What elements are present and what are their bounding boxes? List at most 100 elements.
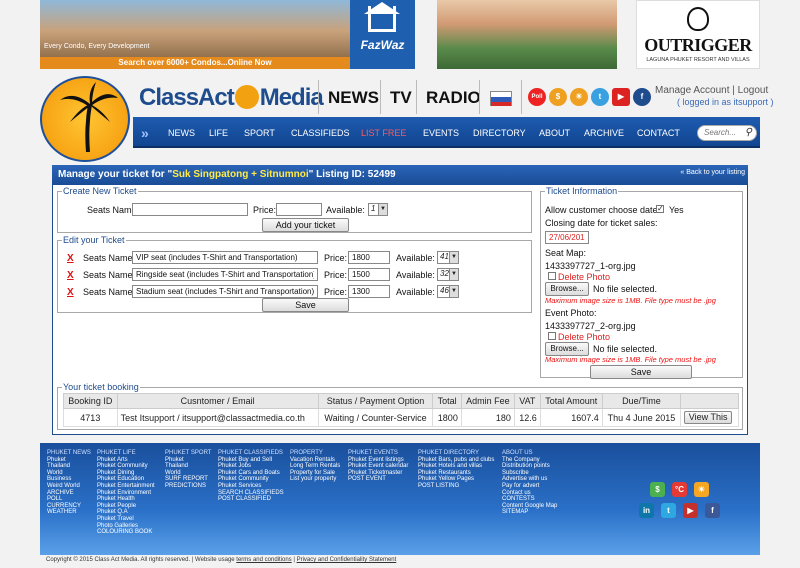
footer-link[interactable]: Phuket Q.A bbox=[97, 509, 155, 516]
event-photo-browse-button[interactable]: Browse... bbox=[545, 342, 589, 356]
footer-link[interactable]: Phuket Cars and Boats bbox=[218, 470, 284, 477]
header-link-news[interactable]: NEWS bbox=[328, 88, 379, 108]
currency-icon[interactable]: $ bbox=[549, 88, 567, 106]
delete-event-photo-checkbox[interactable] bbox=[548, 332, 556, 340]
footer-link[interactable]: Phuket Dining bbox=[97, 470, 155, 477]
footer-link[interactable]: Thailand bbox=[165, 463, 211, 470]
linkedin-icon[interactable]: in bbox=[639, 503, 654, 518]
footer-link[interactable]: The Company bbox=[502, 457, 557, 464]
footer-link[interactable]: Phuket Community bbox=[218, 476, 284, 483]
available-select[interactable]: 46 ▼ bbox=[437, 285, 459, 298]
footer-link[interactable]: Phuket Education bbox=[97, 476, 155, 483]
footer-link[interactable]: Phuket bbox=[165, 457, 211, 464]
search-icon[interactable]: ⚲ bbox=[745, 127, 752, 138]
footer-link[interactable]: Contact us bbox=[502, 490, 557, 497]
footer-link[interactable]: Business bbox=[47, 476, 91, 483]
footer-link[interactable]: CONTESTS bbox=[502, 496, 557, 503]
poll-icon[interactable]: Poll bbox=[528, 88, 546, 106]
header-link-tv[interactable]: TV bbox=[390, 88, 412, 108]
resort-ad-banner[interactable] bbox=[437, 0, 617, 69]
youtube-icon[interactable]: ▶ bbox=[612, 88, 630, 106]
footer-link[interactable]: Phuket Arts bbox=[97, 457, 155, 464]
youtube-footer-icon[interactable]: ▶ bbox=[683, 503, 698, 518]
classact-media-logo[interactable]: ClassAct Media bbox=[139, 84, 324, 112]
sun-footer-icon[interactable]: ☀ bbox=[694, 482, 709, 497]
fazwaz-ad-banner[interactable]: Every Condo, Every Development Search ov… bbox=[40, 0, 415, 69]
footer-link[interactable]: Advertise with us bbox=[502, 476, 557, 483]
save-info-button[interactable]: Save bbox=[590, 365, 692, 379]
choose-date-checkbox[interactable]: ✓ bbox=[656, 205, 664, 213]
delete-ticket-icon[interactable]: X bbox=[67, 270, 74, 281]
footer-link[interactable]: POST CLASSIFIED bbox=[218, 496, 284, 503]
seat-name-input[interactable] bbox=[132, 251, 318, 264]
footer-link[interactable]: Phuket Yellow Pages bbox=[418, 476, 494, 483]
currency-footer-icon[interactable]: $ bbox=[650, 482, 665, 497]
footer-link[interactable]: World bbox=[165, 470, 211, 477]
footer-link[interactable]: Pay for advert bbox=[502, 483, 557, 490]
footer-link[interactable]: Distribution points bbox=[502, 463, 557, 470]
footer-link[interactable]: Phuket Services bbox=[218, 483, 284, 490]
weather-footer-icon[interactable]: °C bbox=[672, 482, 687, 497]
footer-link[interactable]: Vacation Rentals bbox=[290, 457, 340, 464]
footer-link[interactable]: SEARCH CLASSIFIEDS bbox=[218, 490, 284, 497]
footer-link[interactable]: Phuket Entertainment bbox=[97, 483, 155, 490]
footer-link[interactable]: Phuket Event listings bbox=[348, 457, 408, 464]
search-input[interactable]: Search... ⚲ bbox=[697, 125, 757, 141]
privacy-link[interactable]: Privacy and Confidentiality Statement bbox=[297, 557, 397, 563]
footer-link[interactable]: List your property bbox=[290, 476, 340, 483]
seat-price-input[interactable] bbox=[348, 268, 390, 281]
footer-link[interactable]: Long Term Rentals bbox=[290, 463, 340, 470]
delete-ticket-icon[interactable]: X bbox=[67, 253, 74, 264]
footer-link[interactable]: POLL bbox=[47, 496, 91, 503]
footer-link[interactable]: PHUKET NEWS bbox=[47, 450, 91, 457]
seat-name-input[interactable] bbox=[132, 268, 318, 281]
nav-item-news[interactable]: NEWS bbox=[168, 128, 195, 138]
seat-name-input[interactable] bbox=[132, 285, 318, 298]
footer-link[interactable]: Phuket Hotels and villas bbox=[418, 463, 494, 470]
footer-link[interactable]: Phuket bbox=[47, 457, 91, 464]
footer-link[interactable]: Content Google Map bbox=[502, 503, 557, 510]
footer-link[interactable]: Thailand bbox=[47, 463, 91, 470]
nav-item-contact[interactable]: CONTACT bbox=[637, 128, 680, 138]
new-price-input[interactable] bbox=[276, 203, 322, 216]
footer-link[interactable]: Phuket People bbox=[97, 503, 155, 510]
seat-price-input[interactable] bbox=[348, 285, 390, 298]
footer-link[interactable]: Phuket Bars, pubs and clubs bbox=[418, 457, 494, 464]
footer-link[interactable]: World bbox=[47, 470, 91, 477]
closing-date-input[interactable] bbox=[545, 231, 589, 244]
seat-price-input[interactable] bbox=[348, 251, 390, 264]
footer-link[interactable]: Phuket Buy and Sell bbox=[218, 457, 284, 464]
delete-ticket-icon[interactable]: X bbox=[67, 287, 74, 298]
nav-item-life[interactable]: LIFE bbox=[209, 128, 228, 138]
available-select[interactable]: 41 ▼ bbox=[437, 251, 459, 264]
view-booking-button[interactable]: View This bbox=[684, 411, 733, 424]
footer-link[interactable]: PHUKET CLASSIFIEDS bbox=[218, 450, 284, 457]
footer-link[interactable]: Property for Sale bbox=[290, 470, 340, 477]
footer-link[interactable]: Phuket Ticketmaster bbox=[348, 470, 408, 477]
footer-link[interactable]: Phuket Environment bbox=[97, 490, 155, 497]
footer-link[interactable]: PROPERTY bbox=[290, 450, 340, 457]
nav-item-about[interactable]: ABOUT bbox=[539, 128, 570, 138]
twitter-icon[interactable]: t bbox=[591, 88, 609, 106]
nav-item-list-free[interactable]: LIST FREE bbox=[361, 128, 406, 138]
nav-item-directory[interactable]: DIRECTORY bbox=[473, 128, 526, 138]
header-link-radio[interactable]: RADIO bbox=[426, 88, 481, 108]
outrigger-ad-banner[interactable]: OUTRIGGER LAGUNA PHUKET RESORT AND VILLA… bbox=[636, 0, 760, 69]
footer-link[interactable]: PHUKET SPORT bbox=[165, 450, 211, 457]
seat-map-browse-button[interactable]: Browse... bbox=[545, 282, 589, 296]
available-select[interactable]: 32 ▼ bbox=[437, 268, 459, 281]
footer-link[interactable]: ARCHIVE bbox=[47, 490, 91, 497]
footer-link[interactable]: POST EVENT bbox=[348, 476, 408, 483]
footer-link[interactable]: Phuket Health bbox=[97, 496, 155, 503]
footer-link[interactable]: SITEMAP bbox=[502, 509, 557, 516]
footer-link[interactable]: COLOURING BOOK bbox=[97, 529, 155, 536]
russian-flag-icon[interactable] bbox=[490, 91, 512, 106]
footer-link[interactable]: PHUKET DIRECTORY bbox=[418, 450, 494, 457]
footer-link[interactable]: PHUKET EVENTS bbox=[348, 450, 408, 457]
new-seats-name-input[interactable] bbox=[132, 203, 248, 216]
weather-icon[interactable]: ☀ bbox=[570, 88, 588, 106]
terms-link[interactable]: terms and conditions bbox=[236, 557, 291, 563]
footer-link[interactable]: PREDICTIONS bbox=[165, 483, 211, 490]
footer-link[interactable]: SURF REPORT bbox=[165, 476, 211, 483]
footer-link[interactable]: PHUKET LIFE bbox=[97, 450, 155, 457]
